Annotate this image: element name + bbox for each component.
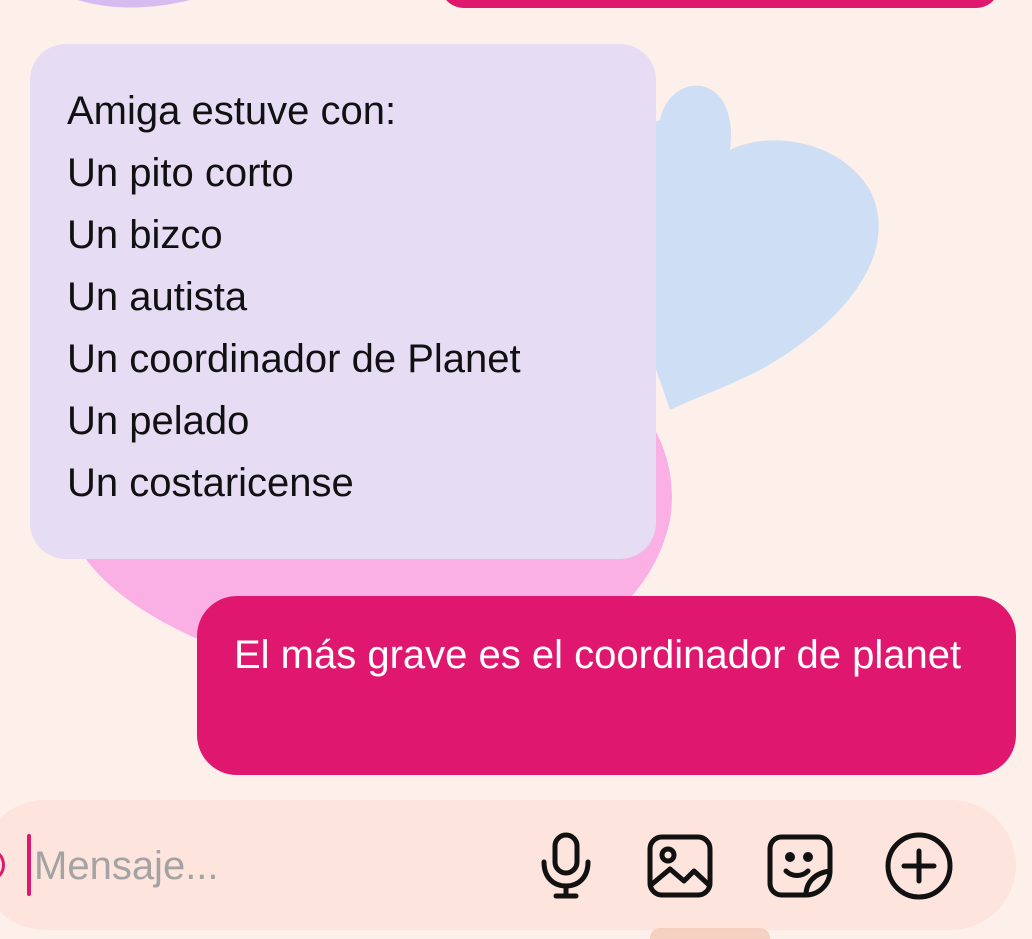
received-message-line: Un costaricense xyxy=(67,461,354,505)
sent-message-bubble[interactable]: El más grave es el coordinador de planet xyxy=(197,596,1016,775)
text-caret xyxy=(27,834,31,896)
received-message-line: Amiga estuve con: xyxy=(67,89,397,133)
message-input[interactable] xyxy=(34,836,414,896)
microphone-icon xyxy=(536,832,596,900)
plus-circle-icon xyxy=(884,831,954,901)
bottom-decoration xyxy=(650,928,770,939)
received-message-line: Un bizco xyxy=(67,213,223,257)
gallery-button[interactable] xyxy=(644,830,716,902)
received-message-bubble[interactable]: Amiga estuve con: Un pito corto Un bizco… xyxy=(30,44,656,559)
sticker-button[interactable] xyxy=(764,830,836,902)
sent-message-text: El más grave es el coordinador de planet xyxy=(234,633,962,677)
more-options-button[interactable] xyxy=(883,830,955,902)
purple-heart-decoration xyxy=(0,0,290,50)
chat-thread: Amiga estuve con: Un pito corto Un bizco… xyxy=(0,0,1032,939)
received-message-line: Un autista xyxy=(67,275,248,319)
voice-message-button[interactable] xyxy=(530,830,602,902)
previous-sent-message-bubble xyxy=(440,0,1000,8)
received-message-line: Un pito corto xyxy=(67,151,294,195)
received-message-line: Un pelado xyxy=(67,399,250,443)
received-message-line: Un coordinador de Planet xyxy=(67,337,521,381)
sticker-icon xyxy=(766,833,834,899)
gallery-icon xyxy=(646,833,714,899)
